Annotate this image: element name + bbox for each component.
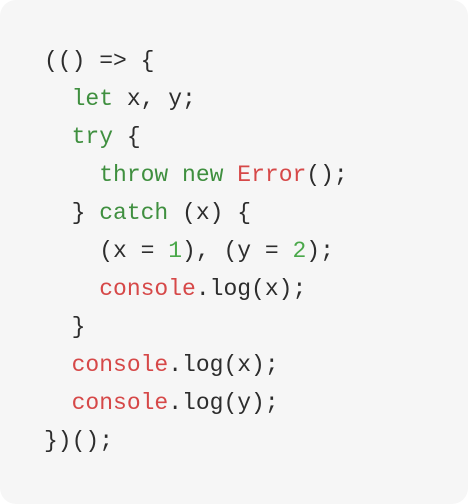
number-token: 1 bbox=[168, 238, 183, 264]
code-line: })(); bbox=[44, 422, 348, 460]
number-token: 2 bbox=[292, 238, 307, 264]
code-token: (() => { bbox=[44, 48, 155, 74]
code-snippet-card: (() => { let x, y; try { throw new Error… bbox=[0, 0, 468, 504]
code-line: console.log(x); bbox=[44, 270, 348, 308]
code-line: console.log(y); bbox=[44, 384, 348, 422]
code-line: console.log(x); bbox=[44, 346, 348, 384]
code-line: (x = 1), (y = 2); bbox=[44, 232, 348, 270]
code-line: let x, y; bbox=[44, 80, 348, 118]
code-token: .log(y); bbox=[168, 390, 279, 416]
code-token: ); bbox=[306, 238, 334, 264]
keyword-token: let bbox=[71, 86, 114, 112]
code-token: x, y; bbox=[113, 86, 196, 112]
code-token: })(); bbox=[44, 428, 114, 454]
code-token: ), (y = bbox=[182, 238, 293, 264]
code-line: } bbox=[44, 308, 348, 346]
keyword-token: new bbox=[182, 162, 224, 188]
code-token: .log(x); bbox=[195, 276, 307, 302]
identifier-token: console bbox=[99, 276, 196, 302]
code-token: (x) { bbox=[168, 200, 252, 226]
keyword-token: catch bbox=[99, 200, 169, 226]
identifier-token: console bbox=[71, 390, 169, 416]
code-block: (() => { let x, y; try { throw new Error… bbox=[44, 42, 348, 460]
code-token: (x = bbox=[44, 238, 169, 264]
keyword-token: throw bbox=[99, 162, 169, 188]
code-token: } bbox=[44, 314, 86, 340]
code-token: { bbox=[113, 124, 141, 150]
identifier-token: Error bbox=[237, 162, 307, 188]
code-line: } catch (x) { bbox=[44, 194, 348, 232]
code-token: .log(x); bbox=[168, 352, 279, 378]
code-line: throw new Error(); bbox=[44, 156, 348, 194]
identifier-token: console bbox=[71, 352, 169, 378]
code-token: (); bbox=[306, 162, 348, 188]
keyword-token: try bbox=[71, 124, 114, 150]
code-line: (() => { bbox=[44, 42, 348, 80]
code-line: try { bbox=[44, 118, 348, 156]
code-token: } bbox=[44, 200, 100, 226]
